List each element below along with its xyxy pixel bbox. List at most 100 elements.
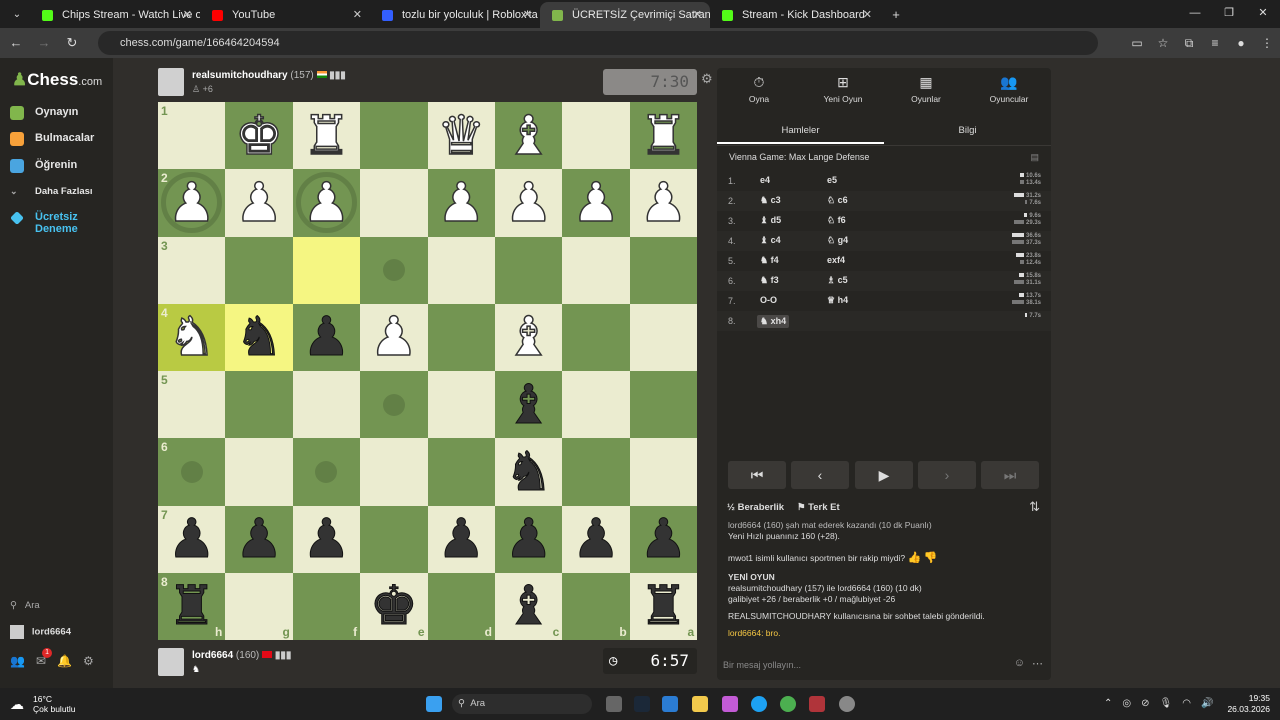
thumbs-up-icon[interactable]: 👍 <box>908 552 922 564</box>
board-square[interactable]: g <box>225 572 293 640</box>
board-square[interactable] <box>225 371 293 439</box>
clock-date[interactable]: 19:35 26.03.2026 <box>1227 693 1270 715</box>
board-square[interactable]: ♟ <box>427 169 495 237</box>
board-square[interactable]: ♞ <box>225 303 293 371</box>
board-square[interactable] <box>360 505 428 573</box>
board-square[interactable]: 6 <box>158 438 226 506</box>
white-move[interactable]: ♝ d5 <box>760 215 781 226</box>
capture-hint[interactable] <box>295 172 357 234</box>
white-piece[interactable]: ♜ <box>302 107 352 163</box>
browser-tab-roblox[interactable]: tozlu bir yolculuk | Roblox'ta Oy ✕ <box>370 2 540 28</box>
board-square[interactable]: f <box>292 572 361 640</box>
board-square[interactable]: b <box>562 572 630 640</box>
board-square[interactable]: ♟ <box>292 303 361 371</box>
black-piece[interactable]: ♟ <box>167 511 216 566</box>
black-move[interactable]: e5 <box>827 175 837 185</box>
board-square[interactable] <box>562 102 630 170</box>
white-piece[interactable]: ♟ <box>504 175 554 231</box>
last-move-button[interactable]: ⏭ <box>981 461 1039 489</box>
volume-icon[interactable]: 🔊 <box>1201 698 1213 709</box>
board-square[interactable] <box>562 438 630 506</box>
white-move[interactable]: ♞ c3 <box>760 195 781 206</box>
browser-tab-kick-chips[interactable]: Chips Stream - Watch Live on K✕ <box>30 2 200 28</box>
menu-icon[interactable]: ⋮ <box>1254 36 1280 50</box>
board-square[interactable] <box>629 371 698 439</box>
board-square[interactable] <box>292 438 361 506</box>
file-explorer-icon[interactable] <box>692 696 708 712</box>
board-square[interactable] <box>360 236 428 304</box>
forward-icon[interactable]: → <box>32 31 56 55</box>
board-square[interactable]: 1 <box>158 102 226 170</box>
board-square[interactable]: ♟ <box>562 169 630 237</box>
move-hint[interactable] <box>180 460 203 483</box>
white-piece[interactable]: ♞ <box>167 309 217 365</box>
sidebar-item-free-trial[interactable]: Ücretsiz Deneme <box>10 211 110 235</box>
white-piece[interactable]: ♟ <box>436 175 486 231</box>
cast-icon[interactable]: ▭ <box>1124 36 1150 50</box>
white-move[interactable]: ♞ f3 <box>760 275 779 286</box>
board-square[interactable]: ♟ <box>225 505 293 573</box>
black-move[interactable]: ♘ f6 <box>827 215 846 226</box>
board-square[interactable] <box>494 236 563 304</box>
black-piece[interactable]: ♝ <box>504 377 553 432</box>
minimize-icon[interactable]: — <box>1178 0 1212 26</box>
board-square[interactable] <box>360 371 428 439</box>
back-icon[interactable]: ← <box>4 31 28 55</box>
board-square[interactable] <box>427 303 495 371</box>
black-move[interactable]: ♘ g4 <box>827 235 848 246</box>
browser-tab-chess[interactable]: ÜCRETSİZ Çevrimiçi Satranç Oy✕ <box>540 2 710 28</box>
board-square[interactable]: 3 <box>158 236 226 304</box>
white-piece[interactable]: ♟ <box>369 309 419 365</box>
board-square[interactable]: ♝ <box>494 102 563 170</box>
board-square[interactable] <box>629 303 698 371</box>
profile-icon[interactable]: ● <box>1228 36 1254 50</box>
white-piece[interactable]: ♟ <box>571 175 621 231</box>
board-square[interactable] <box>427 236 495 304</box>
tray-icon[interactable]: ⊘ <box>1141 698 1149 709</box>
copilot-icon[interactable] <box>722 696 738 712</box>
thumbs-down-icon[interactable]: 👎 <box>924 552 938 564</box>
board-square[interactable]: a ♜ <box>629 572 698 640</box>
board-square[interactable]: ♟ <box>494 505 563 573</box>
white-piece[interactable]: ♟ <box>234 175 284 231</box>
gear-icon[interactable]: ⚙ <box>83 654 94 668</box>
board-square[interactable] <box>360 169 428 237</box>
close-tab-icon[interactable]: ✕ <box>183 2 192 28</box>
bottom-player-name[interactable]: lord6664 (160) ▮▮▮ <box>192 650 291 661</box>
board-square[interactable] <box>225 236 293 304</box>
board-square[interactable] <box>427 371 495 439</box>
move-hint[interactable] <box>315 460 338 483</box>
wifi-icon[interactable]: ◠ <box>1182 698 1191 709</box>
white-move[interactable]: ♞ xh4 <box>757 315 790 328</box>
play-button[interactable]: ▶ <box>855 461 913 489</box>
tab-players[interactable]: 👥 Oyuncular <box>967 74 1051 104</box>
top-player-name[interactable]: realsumitchoudhary (157) ▮▮▮ <box>192 70 346 81</box>
app-icon[interactable] <box>839 696 855 712</box>
black-piece[interactable]: ♟ <box>571 511 620 566</box>
draw-button[interactable]: ½ Beraberlik <box>727 502 784 513</box>
black-piece[interactable]: ♟ <box>302 511 351 566</box>
board-square[interactable] <box>292 236 361 304</box>
board-square[interactable]: ♟ <box>360 303 428 371</box>
white-piece[interactable]: ♚ <box>234 107 284 163</box>
black-move[interactable]: exf4 <box>827 255 845 265</box>
white-move[interactable]: O-O <box>760 295 777 305</box>
taskbar-search[interactable]: ⚲ Ara <box>452 694 592 714</box>
next-move-button[interactable]: › <box>918 461 976 489</box>
board-square[interactable]: c ♝ <box>494 572 563 640</box>
black-piece[interactable]: ♜ <box>167 578 216 633</box>
board-square[interactable] <box>629 438 698 506</box>
white-piece[interactable]: ♝ <box>504 309 554 365</box>
mail-icon[interactable]: ✉ 1 <box>36 648 53 668</box>
sidebar-item-learn[interactable]: Öğrenin <box>10 159 110 173</box>
emoji-icon[interactable]: ☺ <box>1014 657 1025 669</box>
task-view-icon[interactable] <box>606 696 622 712</box>
board-square[interactable]: ♟ <box>629 169 698 237</box>
board-square[interactable]: ♟ <box>562 505 630 573</box>
board-square[interactable] <box>360 102 428 170</box>
black-piece[interactable]: ♝ <box>504 578 553 633</box>
black-move[interactable]: ♗ c5 <box>827 275 848 286</box>
more-options-icon[interactable]: ⋯ <box>1032 657 1043 670</box>
maximize-icon[interactable]: ❐ <box>1212 0 1246 26</box>
board-square[interactable]: ♟ <box>629 505 698 573</box>
